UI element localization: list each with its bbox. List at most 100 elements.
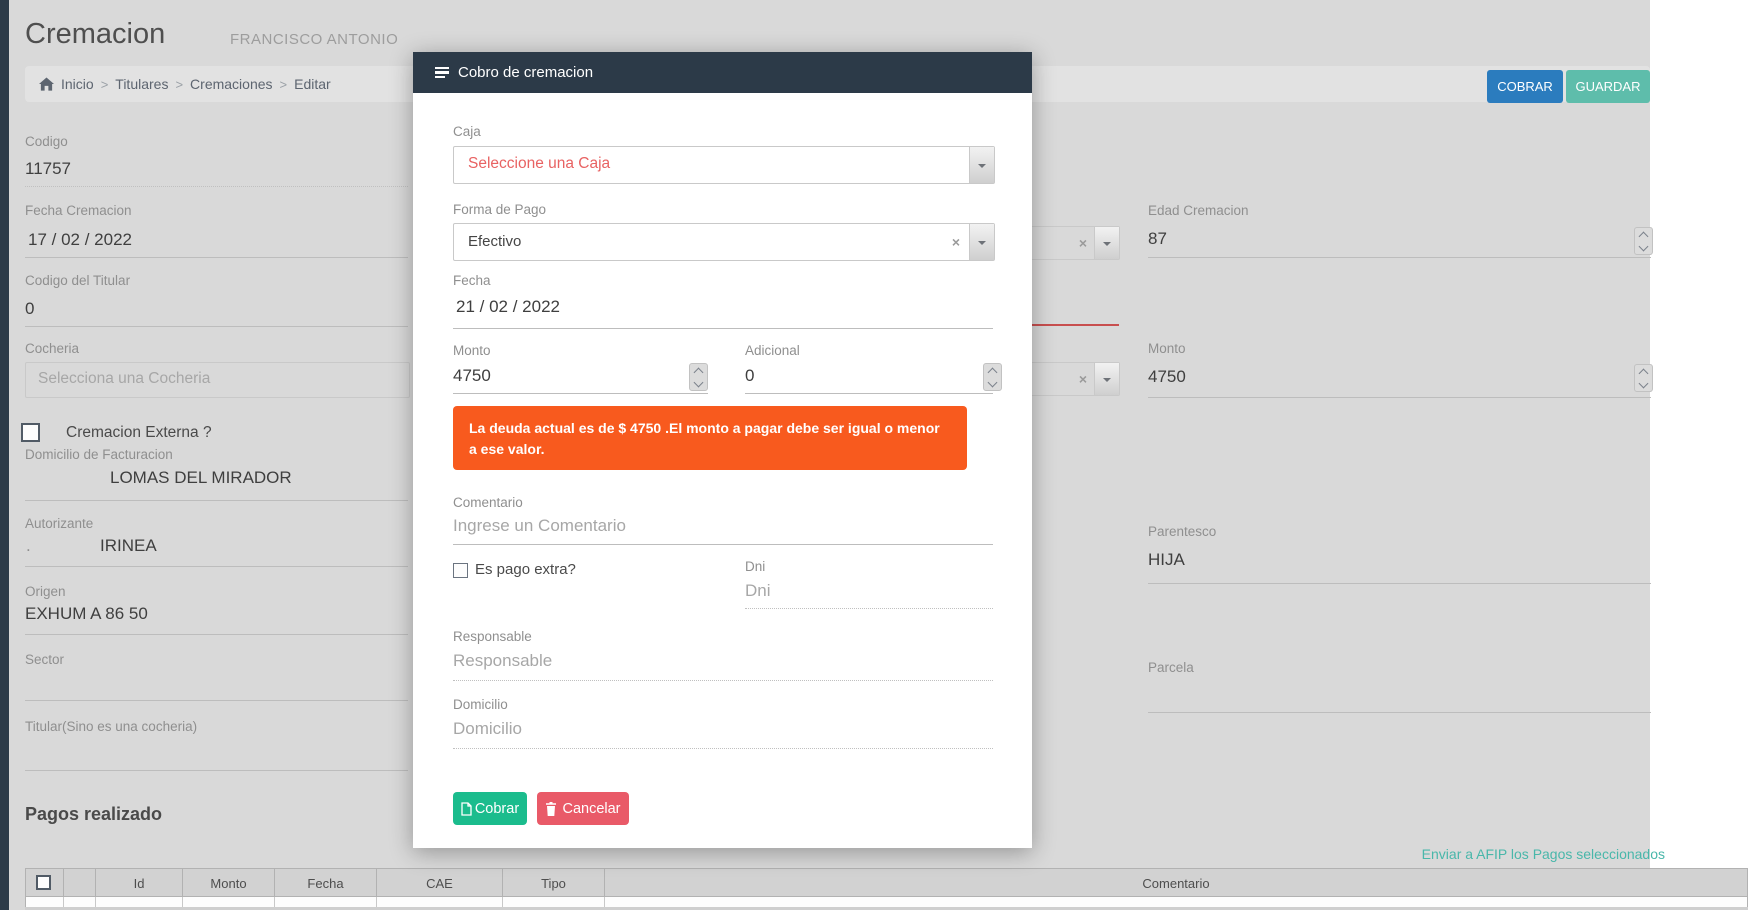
- breadcrumb-separator: >: [101, 77, 109, 92]
- edad-cremacion-stepper[interactable]: [1634, 227, 1653, 255]
- adicional-underline: [745, 393, 993, 394]
- es-pago-extra-checkbox[interactable]: [453, 563, 468, 578]
- cremacion-externa-label: Cremacion Externa ?: [66, 424, 212, 442]
- edad-cremacion-input[interactable]: 87: [1148, 229, 1167, 249]
- adicional-stepper[interactable]: [983, 363, 1002, 391]
- modal-domicilio-input[interactable]: Domicilio: [453, 719, 522, 739]
- parentesco-underline: [1148, 583, 1651, 584]
- cocheria-select[interactable]: Selecciona una Cocheria: [25, 362, 410, 398]
- right-margin: [1650, 0, 1756, 910]
- sector-underline: [25, 700, 408, 701]
- app-screen: Cremacion FRANCISCO ANTONIO Inicio > Tit…: [0, 0, 1756, 910]
- caja-label: Caja: [453, 124, 481, 139]
- chevron-up-icon: [1639, 368, 1649, 378]
- titular-label: Titular(Sino es una cocheria): [25, 719, 197, 734]
- edad-cremacion-underline: [1148, 257, 1651, 258]
- codigo-label: Codigo: [25, 134, 68, 149]
- origen-value[interactable]: EXHUM A 86 50: [25, 604, 148, 624]
- middle-select-fragment-top[interactable]: ×: [1032, 226, 1120, 260]
- breadcrumb-item-titulares[interactable]: Titulares: [115, 76, 168, 92]
- domicilio-facturacion-label: Domicilio de Facturacion: [25, 447, 173, 462]
- modal-fecha-label: Fecha: [453, 273, 491, 288]
- pagos-table-header: Id Monto Fecha CAE Tipo Comentario: [25, 868, 1748, 897]
- parcela-underline: [1148, 712, 1651, 713]
- home-icon: [39, 77, 54, 91]
- column-header-id: Id: [96, 869, 183, 898]
- dropdown-button[interactable]: [969, 224, 994, 260]
- row-cell: [377, 897, 503, 907]
- clear-icon[interactable]: ×: [1079, 372, 1087, 386]
- select-all-checkbox[interactable]: [36, 875, 51, 890]
- modal-monto-underline: [453, 393, 708, 394]
- dni-underline: [745, 608, 993, 609]
- responsable-input[interactable]: Responsable: [453, 651, 552, 671]
- modal-domicilio-label: Domicilio: [453, 697, 508, 712]
- fecha-cremacion-input[interactable]: 17 / 02 / 2022: [28, 230, 132, 250]
- forma-de-pago-select[interactable]: Efectivo ×: [453, 223, 995, 261]
- modal-fecha-input[interactable]: 21 / 02 / 2022: [456, 297, 560, 317]
- middle-field-error-underline: [1032, 324, 1119, 326]
- monto-right-input[interactable]: 4750: [1148, 367, 1186, 387]
- trash-icon: [545, 802, 557, 816]
- parentesco-value[interactable]: HIJA: [1148, 550, 1185, 570]
- select-all-cell: [26, 869, 64, 898]
- dropdown-button[interactable]: [1094, 363, 1119, 395]
- clear-icon[interactable]: ×: [952, 235, 960, 249]
- adicional-label: Adicional: [745, 343, 800, 358]
- forma-de-pago-value: Efectivo: [468, 233, 521, 250]
- codigo-titular-input[interactable]: 0: [25, 299, 34, 319]
- autorizante-underline: [25, 566, 408, 567]
- chevron-down-icon: [694, 377, 704, 387]
- modal-monto-label: Monto: [453, 343, 491, 358]
- breadcrumb-item-cremaciones[interactable]: Cremaciones: [190, 76, 272, 92]
- modal-cancelar-button[interactable]: Cancelar: [537, 792, 629, 825]
- afip-link[interactable]: Enviar a AFIP los Pagos seleccionados: [1180, 846, 1665, 862]
- codigo-titular-label: Codigo del Titular: [25, 273, 130, 288]
- row-cell: [96, 897, 183, 907]
- caja-select[interactable]: Seleccione una Caja: [453, 146, 995, 184]
- comentario-underline: [453, 544, 993, 545]
- responsable-label: Responsable: [453, 629, 532, 644]
- parcela-label: Parcela: [1148, 660, 1194, 675]
- chevron-down-icon: [1103, 242, 1111, 250]
- domicilio-facturacion-underline: [25, 500, 408, 501]
- dni-input[interactable]: Dni: [745, 581, 771, 601]
- chevron-down-icon: [1639, 378, 1649, 388]
- monto-right-stepper[interactable]: [1634, 364, 1653, 392]
- dropdown-button[interactable]: [969, 147, 994, 183]
- chevron-up-icon: [1639, 231, 1649, 241]
- chevron-down-icon: [1639, 241, 1649, 251]
- monto-right-underline: [1148, 397, 1651, 398]
- dropdown-button[interactable]: [1094, 227, 1119, 259]
- breadcrumb-item-editar: Editar: [294, 76, 331, 92]
- middle-select-fragment-bottom[interactable]: ×: [1032, 362, 1120, 396]
- cocheria-placeholder: Selecciona una Cocheria: [38, 370, 210, 388]
- autorizante-value[interactable]: IRINEA: [100, 536, 157, 556]
- pagos-heading: Pagos realizado: [25, 804, 162, 825]
- chevron-down-icon: [978, 164, 986, 172]
- autorizante-label: Autorizante: [25, 516, 93, 531]
- row-cell: [183, 897, 275, 907]
- modal-monto-input[interactable]: 4750: [453, 366, 491, 386]
- cobrar-header-button[interactable]: COBRAR: [1487, 70, 1563, 103]
- codigo-value: 11757: [25, 159, 71, 179]
- list-icon: [435, 67, 449, 79]
- autorizante-prefix: .: [26, 536, 31, 556]
- codigo-underline: [25, 186, 408, 187]
- breadcrumb-item-inicio[interactable]: Inicio: [61, 76, 94, 92]
- column-header-cae: CAE: [377, 869, 503, 898]
- clear-icon[interactable]: ×: [1079, 236, 1087, 250]
- row-cell: [503, 897, 605, 907]
- modal-cobrar-button[interactable]: Cobrar: [453, 792, 527, 825]
- comentario-input[interactable]: Ingrese un Comentario: [453, 516, 626, 536]
- adicional-input[interactable]: 0: [745, 366, 754, 386]
- chevron-up-icon: [988, 367, 998, 377]
- breadcrumb-separator: >: [175, 77, 183, 92]
- cremacion-externa-checkbox[interactable]: [21, 423, 40, 442]
- origen-label: Origen: [25, 584, 66, 599]
- modal-monto-stepper[interactable]: [689, 363, 708, 391]
- breadcrumb-separator: >: [280, 77, 288, 92]
- guardar-header-button[interactable]: GUARDAR: [1566, 70, 1650, 103]
- column-header-monto: Monto: [183, 869, 275, 898]
- domicilio-facturacion-value[interactable]: LOMAS DEL MIRADOR: [110, 468, 292, 488]
